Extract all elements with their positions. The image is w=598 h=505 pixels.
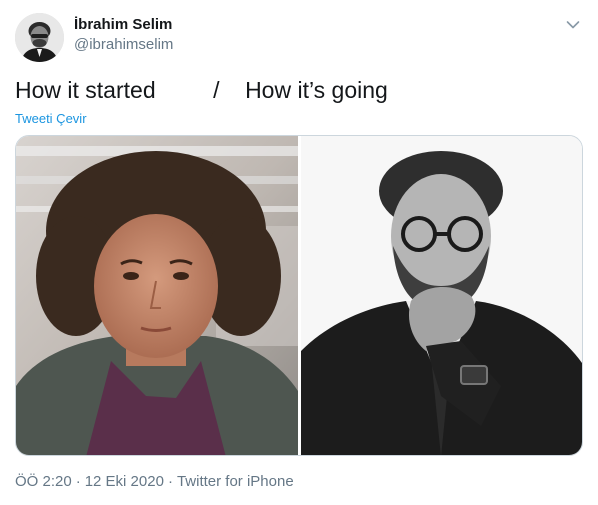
tweet-date[interactable]: 12 Eki 2020 xyxy=(85,473,164,490)
media-photo-2[interactable] xyxy=(301,136,582,455)
tweet-time[interactable]: ÖÖ 2:20 xyxy=(15,473,72,490)
handle[interactable]: @ibrahimselim xyxy=(74,35,173,55)
tweet-card: İbrahim Selim @ibrahimselim How it start… xyxy=(0,0,598,505)
meta-separator: · xyxy=(167,473,173,490)
media-grid xyxy=(15,135,583,456)
tweet-source[interactable]: Twitter for iPhone xyxy=(177,473,294,490)
tweet-text: How it started / How it’s going xyxy=(15,77,388,103)
translate-tweet-link[interactable]: Tweeti Çevir xyxy=(15,111,87,127)
meta-separator: · xyxy=(75,473,81,490)
chevron-down-icon[interactable] xyxy=(566,17,580,29)
avatar-image xyxy=(15,13,64,62)
author-block: İbrahim Selim @ibrahimselim xyxy=(74,16,173,55)
tweet-meta: ÖÖ 2:20 · 12 Eki 2020 · Twitter for iPhone xyxy=(15,472,294,492)
avatar[interactable] xyxy=(15,13,64,62)
display-name[interactable]: İbrahim Selim xyxy=(74,16,173,34)
media-photo-1[interactable] xyxy=(16,136,298,455)
